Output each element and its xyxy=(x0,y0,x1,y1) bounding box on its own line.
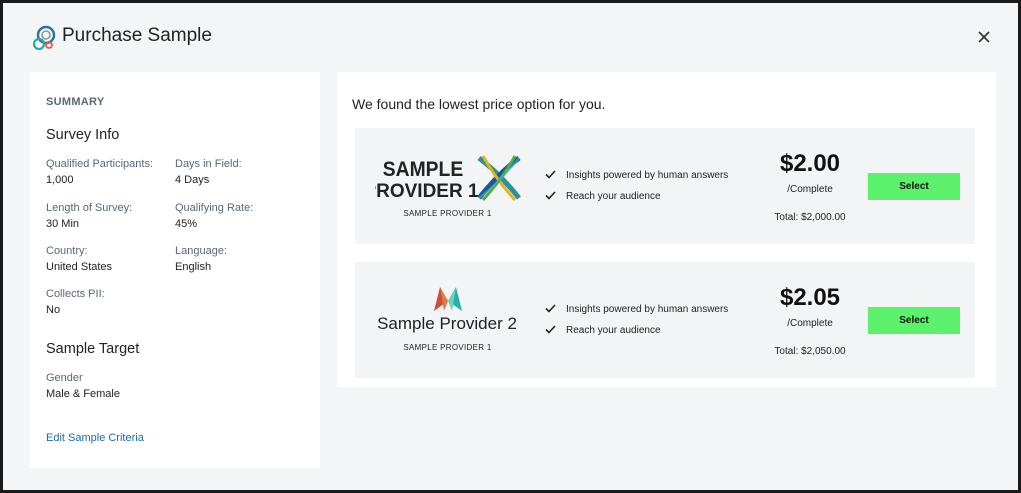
field-label: Collects PII: xyxy=(46,288,105,300)
total-price: Total: $2,050.00 xyxy=(774,346,846,357)
field-label: Length of Survey: xyxy=(46,202,133,214)
check-icon xyxy=(545,191,556,200)
field-country: Country: United States xyxy=(46,245,112,273)
close-icon[interactable] xyxy=(974,27,994,47)
price-unit: /Complete xyxy=(787,318,833,329)
field-label: Country: xyxy=(46,245,88,257)
logo-text-line2: PROVIDER 1 xyxy=(375,181,479,202)
field-gender: Gender Male & Female xyxy=(46,372,120,400)
provider-card: SAMPLE PROVIDER 1 SAMPLE PROVIDER 1 Insi… xyxy=(355,128,975,244)
check-icon xyxy=(545,170,556,179)
field-value: No xyxy=(46,304,61,316)
app-logo-icon xyxy=(32,25,56,51)
feature-text: Insights powered by human answers xyxy=(566,170,729,181)
sample-provider-2-logo: Sample Provider 2 xyxy=(377,287,517,333)
feature-text: Reach your audience xyxy=(566,325,661,336)
field-label: Language: xyxy=(175,245,227,257)
results-heading: We found the lowest price option for you… xyxy=(352,96,606,112)
field-value: United States xyxy=(46,261,113,273)
field-value: 30 Min xyxy=(46,218,80,230)
field-value: 4 Days xyxy=(175,174,210,186)
feature-text: Insights powered by human answers xyxy=(566,304,729,315)
sample-provider-1-logo: SAMPLE PROVIDER 1 xyxy=(375,155,521,202)
provider-caption: SAMPLE PROVIDER 1 xyxy=(403,209,492,218)
field-value: 45% xyxy=(175,218,198,230)
feature-item: Insights powered by human answers xyxy=(545,304,728,315)
survey-info-title: Survey Info xyxy=(46,127,120,143)
summary-panel: SUMMARY Survey Info Qualified Participan… xyxy=(30,72,320,468)
field-label: Qualified Participants: xyxy=(46,158,153,170)
field-days-in-field: Days in Field: 4 Days xyxy=(175,158,242,186)
sample-target-title: Sample Target xyxy=(46,341,140,357)
feature-item: Reach your audience xyxy=(545,325,661,336)
dialog-title: Purchase Sample xyxy=(62,25,212,46)
provider-card: Sample Provider 2 SAMPLE PROVIDER 1 Insi… xyxy=(355,262,975,378)
provider-caption: SAMPLE PROVIDER 1 xyxy=(403,343,492,352)
logo-text-line1: SAMPLE xyxy=(383,158,463,181)
field-value: English xyxy=(175,261,212,273)
select-button[interactable]: Select xyxy=(868,173,960,200)
field-qualified-participants: Qualified Participants: 1,000 xyxy=(46,158,153,186)
price: $2.00 xyxy=(779,150,841,177)
field-value: 1,000 xyxy=(46,174,74,186)
field-collects-pii: Collects PII: No xyxy=(46,288,105,316)
check-icon xyxy=(545,325,556,334)
check-icon xyxy=(545,304,556,313)
results-panel: We found the lowest price option for you… xyxy=(337,72,996,387)
logo-text: Sample Provider 2 xyxy=(377,314,517,333)
field-value: Male & Female xyxy=(46,388,120,400)
summary-heading: SUMMARY xyxy=(46,96,105,108)
provider-2-mark-icon xyxy=(434,287,462,311)
field-length-of-survey: Length of Survey: 30 Min xyxy=(46,202,132,230)
field-language: Language: English xyxy=(175,245,227,273)
price: $2.05 xyxy=(779,284,841,311)
feature-item: Insights powered by human answers xyxy=(545,170,728,181)
feature-item: Reach your audience xyxy=(545,191,661,202)
purchase-sample-dialog: Purchase Sample SUMMARY Survey Info Qual… xyxy=(0,0,1021,493)
field-label: Qualifying Rate: xyxy=(175,202,254,214)
dialog-header: Purchase Sample xyxy=(31,23,994,53)
field-qualifying-rate: Qualifying Rate: 45% xyxy=(175,202,253,230)
price-unit: /Complete xyxy=(787,184,833,195)
field-label: Days in Field: xyxy=(175,158,242,170)
field-label: Gender xyxy=(46,372,83,384)
feature-text: Reach your audience xyxy=(566,191,661,202)
select-button[interactable]: Select xyxy=(868,307,960,334)
edit-sample-criteria-link[interactable]: Edit Sample Criteria xyxy=(46,432,144,444)
total-price: Total: $2,000.00 xyxy=(774,212,846,223)
provider-1-mark-icon xyxy=(477,155,521,202)
